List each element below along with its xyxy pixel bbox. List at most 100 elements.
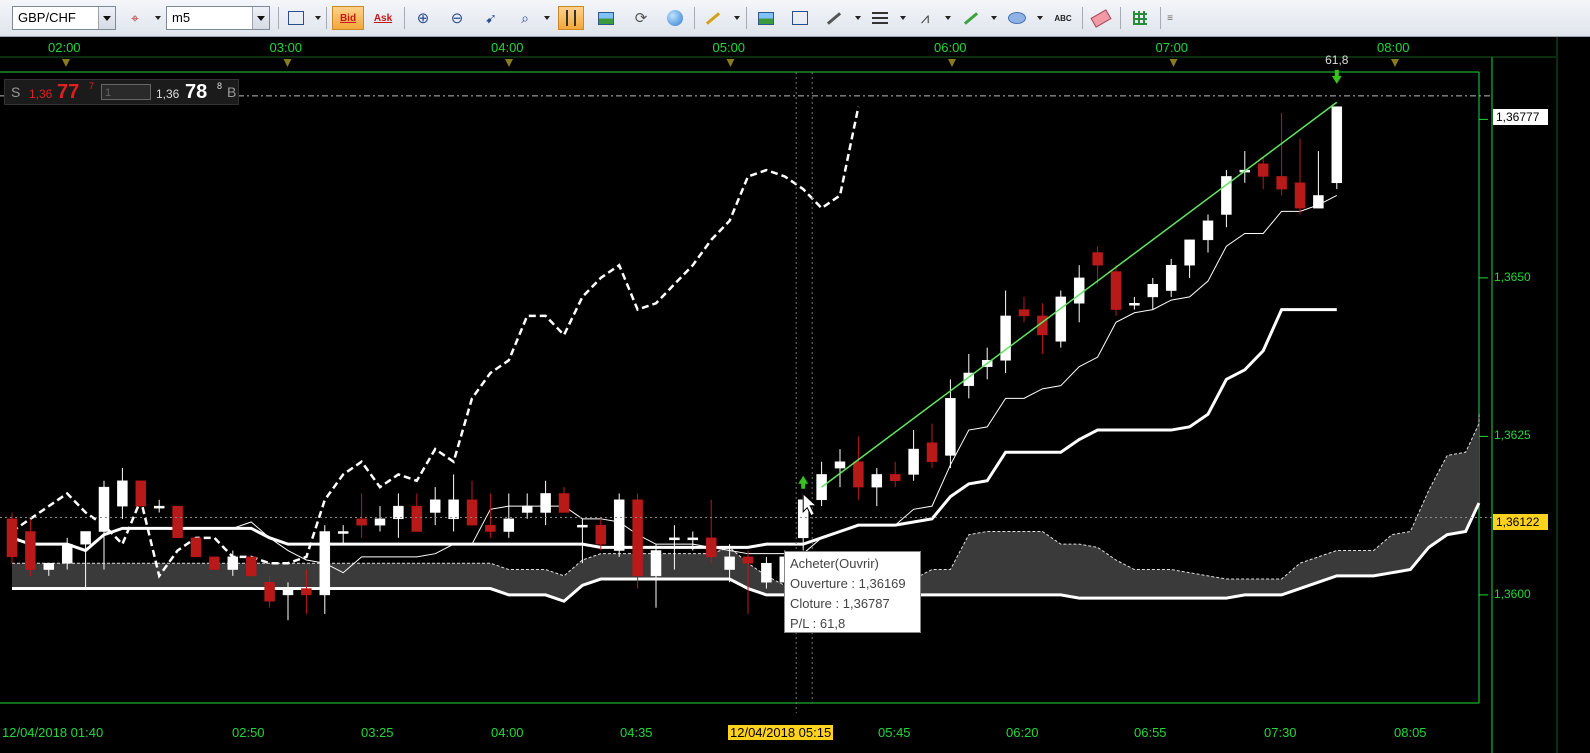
bull-candle xyxy=(1202,220,1214,241)
zoom-area-icon: ⌕ xyxy=(521,9,529,26)
bear-candle xyxy=(889,474,901,482)
bear-candle xyxy=(705,537,717,558)
bear-candle xyxy=(558,493,570,513)
bull-candle xyxy=(650,550,662,577)
objects-tree-button[interactable] xyxy=(1127,6,1153,30)
bull-candle xyxy=(117,480,128,507)
price-chart[interactable]: 61,8 xyxy=(0,37,1590,753)
bull-candle xyxy=(908,448,919,475)
tooltip-title: Acheter(Ouvrir) xyxy=(790,556,879,571)
fan-tool-button[interactable]: ⩘ xyxy=(912,6,938,30)
bear-candle xyxy=(853,461,864,488)
timeframe-select[interactable]: m5 xyxy=(166,6,270,30)
eraser-button[interactable] xyxy=(1088,6,1114,30)
bear-candle xyxy=(172,505,183,539)
lot-size-input[interactable]: 1 xyxy=(101,84,151,100)
draw-tool-dropdown-icon[interactable] xyxy=(855,16,861,20)
chart-type-button[interactable] xyxy=(283,6,309,30)
sell-big-figure[interactable]: 1,36 xyxy=(29,82,52,106)
bull-candle xyxy=(98,486,110,532)
tooltip-pl: P/L : 61,8 xyxy=(790,616,846,631)
ruler-button[interactable] xyxy=(700,6,726,30)
bottom-time-label: 08:05 xyxy=(1394,725,1427,740)
bull-candle xyxy=(374,518,386,526)
current-price-label: 1,36777 xyxy=(1493,109,1548,125)
top-time-label: 03:00 xyxy=(269,40,303,55)
buy-big-figure[interactable]: 1,36 xyxy=(156,82,179,106)
bull-candle xyxy=(1184,239,1195,266)
cursor-time-label: 12/04/2018 05:15 xyxy=(728,725,834,740)
bull-candle xyxy=(282,588,294,596)
buy-pips[interactable]: 78 xyxy=(185,80,207,104)
toolbar-separator xyxy=(694,7,695,29)
bull-candle xyxy=(1055,296,1067,342)
template-button[interactable] xyxy=(593,6,619,30)
ask-button[interactable]: Ask xyxy=(367,6,399,30)
chart-type-dropdown-icon[interactable] xyxy=(315,16,321,20)
bull-candle xyxy=(1073,277,1085,304)
fan-tool-dropdown-icon[interactable] xyxy=(945,16,951,20)
shape-button[interactable] xyxy=(1004,6,1030,30)
bear-candle xyxy=(632,499,643,577)
price-axis-label: 1,3625 xyxy=(1494,428,1531,443)
chevron-down-icon[interactable] xyxy=(98,7,115,29)
picture-button[interactable] xyxy=(753,6,779,30)
horizontal-line-dropdown-icon[interactable] xyxy=(900,16,906,20)
bear-candle xyxy=(1092,252,1103,266)
bull-candle xyxy=(1165,264,1177,291)
text-tool-button[interactable]: ABC xyxy=(1050,6,1076,30)
bid-label: Bid xyxy=(339,12,357,24)
zoom-in-button[interactable]: ⊕ xyxy=(410,6,436,30)
trend-line-dropdown-icon[interactable] xyxy=(991,16,997,20)
bear-candle xyxy=(209,556,220,570)
bull-candle xyxy=(80,531,91,545)
bid-button[interactable]: Bid xyxy=(332,6,364,30)
zoom-area-dropdown-icon[interactable] xyxy=(544,16,550,20)
bear-candle xyxy=(1257,163,1269,177)
trend-line-button[interactable] xyxy=(958,6,984,30)
autoscale-button[interactable] xyxy=(558,6,584,30)
toolbar-separator xyxy=(1160,7,1161,29)
zoom-area-button[interactable]: ⌕ xyxy=(512,6,538,30)
bull-candle xyxy=(761,562,772,583)
price-axis-label: 1,3650 xyxy=(1494,269,1531,284)
pointer-icon: ➹ xyxy=(485,9,497,26)
objects-tree-icon xyxy=(1133,11,1147,25)
sell-fraction: 7 xyxy=(89,81,95,91)
top-time-label: 05:00 xyxy=(712,40,746,55)
symbol-select[interactable]: GBP/CHF xyxy=(12,6,116,30)
bull-candle xyxy=(429,499,441,513)
bull-candle xyxy=(227,556,239,570)
snapshot-icon xyxy=(792,11,808,25)
bull-candle xyxy=(337,531,349,534)
web-button[interactable] xyxy=(662,6,688,30)
pointer-button[interactable]: ➹ xyxy=(478,6,504,30)
refresh-button[interactable]: ⟳ xyxy=(628,6,654,30)
snapshot-button[interactable] xyxy=(787,6,813,30)
bear-candle xyxy=(742,556,754,564)
zoom-out-button[interactable]: ⊖ xyxy=(444,6,470,30)
crosshair-icon: ⌖ xyxy=(131,9,139,26)
horizontal-line-button[interactable] xyxy=(867,6,893,30)
toolbar-separator xyxy=(278,7,279,29)
chart-type-icon xyxy=(288,11,304,25)
ruler-dropdown-icon[interactable] xyxy=(734,16,740,20)
draw-tool-button[interactable] xyxy=(821,6,847,30)
cursor-remove-button[interactable]: ⌖ xyxy=(122,6,148,30)
sell-pips[interactable]: 77 xyxy=(57,80,79,104)
bear-candle xyxy=(595,524,607,545)
price-axis-label: 1,3600 xyxy=(1494,586,1531,601)
cursor-remove-dropdown-icon[interactable] xyxy=(155,16,161,20)
bottom-time-label: 04:35 xyxy=(620,725,653,740)
bull-candle xyxy=(577,524,588,528)
chevron-down-icon[interactable] xyxy=(252,7,269,29)
time-axis-start-label: 12/04/2018 01:40 xyxy=(2,725,104,740)
quote-panel: S 1,36 77 7 1 1,36 78 8 B xyxy=(4,79,239,105)
right-margin xyxy=(1556,37,1590,753)
bottom-time-label: 02:50 xyxy=(232,725,265,740)
shape-dropdown-icon[interactable] xyxy=(1037,16,1043,20)
tooltip-close: Cloture : 1,36787 xyxy=(790,596,890,611)
bull-candle xyxy=(945,398,956,456)
toolbar-overflow-button[interactable]: ≡ xyxy=(1163,6,1177,30)
tooltip-open: Ouverture : 1,36169 xyxy=(790,576,906,591)
